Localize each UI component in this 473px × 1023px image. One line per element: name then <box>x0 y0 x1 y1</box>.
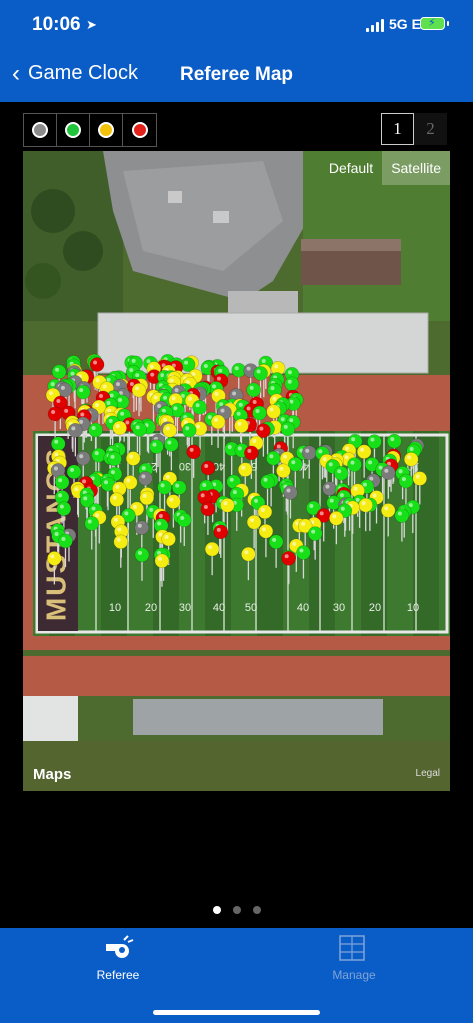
yard-number: 30 <box>179 602 191 614</box>
maps-brand: Maps <box>33 766 71 783</box>
tab-referee[interactable]: Referee <box>28 928 208 988</box>
filter-green-button[interactable] <box>57 114 90 146</box>
yard-number: 30 <box>179 460 191 472</box>
back-button[interactable]: ‹ Game Clock <box>12 59 139 87</box>
page-dot[interactable] <box>232 906 241 914</box>
pin-color-filter <box>23 113 157 147</box>
satellite-map[interactable]: MUSTANGS 10 20 30 40 50 40 30 20 10 <box>23 151 450 791</box>
home-indicator <box>153 1010 320 1015</box>
chevron-left-icon: ‹ <box>12 59 20 87</box>
filter-red-button[interactable] <box>123 114 156 146</box>
status-time: 10:06 <box>32 14 81 35</box>
battery-charging-icon: ⚡ <box>420 17 449 30</box>
legal-link[interactable]: Legal <box>416 768 440 779</box>
tab-manage[interactable]: Manage <box>264 928 444 988</box>
whistle-icon <box>106 935 134 958</box>
status-bar: 10:06 ➤ 5G E ⚡ <box>0 0 473 50</box>
yard-number: 10 <box>407 602 419 614</box>
page-selector: 1 2 <box>381 113 447 145</box>
yellow-dot-icon <box>98 122 114 138</box>
location-arrow-icon: ➤ <box>86 17 97 32</box>
page-indicator <box>0 906 473 914</box>
press-box <box>228 291 298 313</box>
green-dot-icon <box>65 122 81 138</box>
network-type: 5G E <box>389 16 421 32</box>
tab-referee-label: Referee <box>96 968 140 982</box>
yard-number: 50 <box>245 602 257 614</box>
yard-number: 20 <box>369 602 381 614</box>
yard-number: 20 <box>145 602 157 614</box>
clipboard-icon <box>339 935 365 961</box>
back-button-label: Game Clock <box>28 62 139 84</box>
page-1-button[interactable]: 1 <box>381 113 414 145</box>
bleachers-bottom <box>133 699 383 735</box>
tab-manage-label: Manage <box>332 968 376 982</box>
yard-number: 30 <box>333 602 345 614</box>
red-dot-icon <box>131 122 148 138</box>
signal-strength-icon <box>366 19 386 32</box>
gray-dot-icon <box>32 122 48 138</box>
yard-number: 40 <box>213 602 225 614</box>
tab-bar: Referee Manage <box>0 928 473 1023</box>
page-2-button[interactable]: 2 <box>414 113 447 145</box>
map-type-satellite-button[interactable]: Satellite <box>382 151 450 185</box>
yard-number: 40 <box>297 602 309 614</box>
page-dot[interactable] <box>212 906 221 914</box>
page-dot[interactable] <box>252 906 261 914</box>
content-area: 1 2 10 20 30 40 50 40 30 20 10 30 40 Def… <box>0 102 473 928</box>
maps-brand-text: Maps <box>33 766 72 783</box>
page-title: Referee Map <box>180 64 293 85</box>
map-type-default-button[interactable]: Default <box>320 151 382 185</box>
map-type-toggle: Default Satellite <box>320 151 450 185</box>
yard-number: 10 <box>109 602 121 614</box>
map-imagery: MUSTANGS 10 20 30 40 50 40 30 20 10 <box>23 151 450 791</box>
filter-yellow-button[interactable] <box>90 114 123 146</box>
filter-gray-button[interactable] <box>24 114 57 146</box>
navigation-bar: ‹ Game Clock Referee Map <box>0 50 473 102</box>
